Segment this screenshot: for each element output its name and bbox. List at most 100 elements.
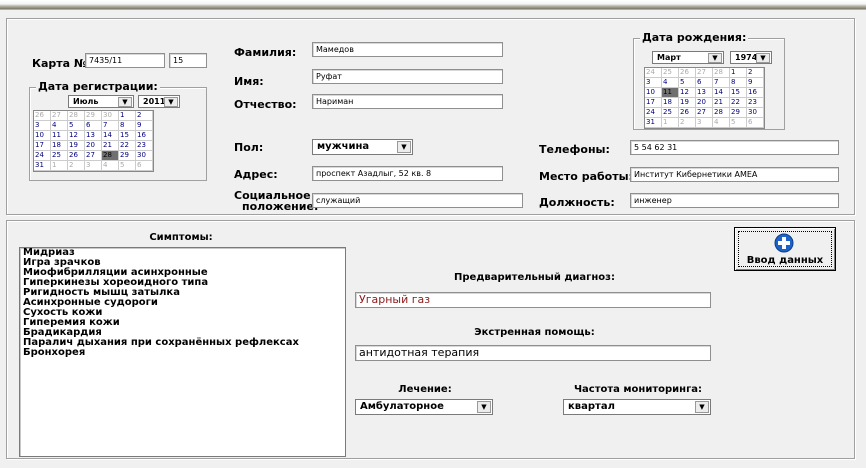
calendar-day[interactable]: 14	[101, 130, 119, 141]
calendar-day[interactable]: 25	[661, 68, 679, 78]
calendar-day[interactable]: 20	[84, 140, 102, 151]
position-field[interactable]: инженер	[630, 193, 839, 208]
calendar-day[interactable]: 3	[695, 117, 713, 128]
calendar-day[interactable]: 29	[729, 107, 747, 118]
calendar-day[interactable]: 4	[50, 120, 68, 131]
calendar-day[interactable]: 4	[712, 117, 730, 128]
calendar-day[interactable]: 18	[661, 97, 679, 108]
calendar-day[interactable]: 28	[101, 150, 119, 161]
workplace-field[interactable]: Институт Кибернетики АМЕА	[630, 167, 839, 182]
calendar-day[interactable]: 19	[67, 140, 85, 151]
calendar-day[interactable]: 28	[712, 107, 730, 118]
calendar-day[interactable]: 31	[34, 160, 51, 171]
calendar-day[interactable]: 14	[712, 87, 730, 98]
calendar-day[interactable]: 24	[34, 150, 51, 161]
calendar-day[interactable]: 1	[118, 111, 136, 121]
calendar-day[interactable]: 28	[712, 68, 730, 78]
calendar-day[interactable]: 5	[118, 160, 136, 171]
calendar-day[interactable]: 27	[695, 107, 713, 118]
calendar-day[interactable]: 25	[50, 150, 68, 161]
calendar-day[interactable]: 2	[67, 160, 85, 171]
calendar-day[interactable]: 25	[661, 107, 679, 118]
monitoring-select[interactable]: квартал ▼	[563, 399, 711, 415]
calendar-day[interactable]: 27	[50, 111, 68, 121]
calendar-day[interactable]: 1	[661, 117, 679, 128]
birth-year-select[interactable]: 1974 ▼	[730, 51, 772, 64]
gender-select[interactable]: мужчина ▼	[312, 139, 413, 155]
name-field[interactable]: Руфат	[312, 69, 503, 84]
calendar-day[interactable]: 5	[678, 77, 696, 88]
calendar-day[interactable]: 26	[34, 111, 51, 121]
calendar-day[interactable]: 15	[729, 87, 747, 98]
calendar-day[interactable]: 11	[661, 87, 679, 98]
calendar-day[interactable]: 12	[678, 87, 696, 98]
calendar-day[interactable]: 26	[678, 107, 696, 118]
calendar-day[interactable]: 5	[67, 120, 85, 131]
calendar-day[interactable]: 6	[695, 77, 713, 88]
calendar-day[interactable]: 29	[118, 150, 136, 161]
calendar-day[interactable]: 21	[712, 97, 730, 108]
calendar-day[interactable]: 17	[645, 97, 662, 108]
diagnosis-field[interactable]: Угарный газ	[355, 292, 711, 308]
calendar-day[interactable]: 24	[645, 107, 662, 118]
calendar-day[interactable]: 26	[678, 68, 696, 78]
calendar-day[interactable]: 10	[645, 87, 662, 98]
calendar-day[interactable]: 8	[118, 120, 136, 131]
calendar-day[interactable]: 16	[746, 87, 764, 98]
calendar-day[interactable]: 6	[746, 117, 764, 128]
calendar-day[interactable]: 13	[84, 130, 102, 141]
calendar-day[interactable]: 30	[746, 107, 764, 118]
patronymic-field[interactable]: Нариман	[312, 94, 503, 109]
calendar-day[interactable]: 4	[661, 77, 679, 88]
calendar-day[interactable]: 20	[695, 97, 713, 108]
calendar-day[interactable]: 9	[746, 77, 764, 88]
birth-month-select[interactable]: Март ▼	[652, 51, 724, 64]
calendar-day[interactable]: 5	[729, 117, 747, 128]
calendar-day[interactable]: 9	[135, 120, 153, 131]
emergency-field[interactable]: антидотная терапия	[355, 345, 711, 361]
calendar-day[interactable]: 15	[118, 130, 136, 141]
calendar-day[interactable]: 8	[729, 77, 747, 88]
treatment-select[interactable]: Амбулаторное ▼	[355, 399, 493, 415]
calendar-day[interactable]: 7	[101, 120, 119, 131]
calendar-day[interactable]: 6	[135, 160, 153, 171]
calendar-day[interactable]: 30	[101, 111, 119, 121]
calendar-day[interactable]: 13	[695, 87, 713, 98]
calendar-day[interactable]: 21	[101, 140, 119, 151]
calendar-day[interactable]: 30	[135, 150, 153, 161]
calendar-day[interactable]: 26	[67, 150, 85, 161]
birth-calendar[interactable]: 24 25 26 27 28 1 2 3 4 5 6 7 8 9 10 11 12 13 14 15 16 17 18 19 2…	[644, 67, 765, 129]
card-number-field[interactable]: 7435/11	[85, 53, 165, 68]
calendar-day[interactable]: 22	[729, 97, 747, 108]
calendar-day[interactable]: 6	[84, 120, 102, 131]
card-suffix-field[interactable]: 15	[169, 53, 207, 68]
calendar-day[interactable]: 3	[34, 120, 51, 131]
symptoms-list[interactable]: Мидриаз Игра зрачков Миофибрилляции асинхр…	[19, 247, 346, 457]
calendar-day[interactable]: 1	[50, 160, 68, 171]
calendar-day[interactable]: 28	[67, 111, 85, 121]
calendar-day[interactable]: 27	[84, 150, 102, 161]
address-field[interactable]: проспект Азадлыг, 52 кв. 8	[312, 166, 503, 181]
calendar-day[interactable]: 7	[712, 77, 730, 88]
calendar-day[interactable]: 2	[678, 117, 696, 128]
calendar-day[interactable]: 2	[135, 111, 153, 121]
calendar-day[interactable]: 31	[645, 117, 662, 128]
calendar-day[interactable]: 22	[118, 140, 136, 151]
reg-month-select[interactable]: Июль ▼	[68, 95, 134, 108]
surname-field[interactable]: Мамедов	[312, 42, 503, 57]
calendar-day[interactable]: 24	[645, 68, 662, 78]
calendar-day[interactable]: 23	[746, 97, 764, 108]
registration-calendar[interactable]: 26 27 28 29 30 1 2 3 4 5 6 7 8 9 10 11 12 13 14 15 16 17 18 19 2…	[33, 110, 154, 172]
phones-field[interactable]: 5 54 62 31	[630, 140, 839, 155]
calendar-day[interactable]: 4	[101, 160, 119, 171]
calendar-day[interactable]: 16	[135, 130, 153, 141]
calendar-day[interactable]: 19	[678, 97, 696, 108]
calendar-day[interactable]: 27	[695, 68, 713, 78]
calendar-day[interactable]: 12	[67, 130, 85, 141]
calendar-day[interactable]: 18	[50, 140, 68, 151]
social-status-field[interactable]: служащий	[312, 193, 523, 208]
calendar-day[interactable]: 3	[84, 160, 102, 171]
calendar-day[interactable]: 23	[135, 140, 153, 151]
calendar-day[interactable]: 29	[84, 111, 102, 121]
calendar-day[interactable]: 10	[34, 130, 51, 141]
